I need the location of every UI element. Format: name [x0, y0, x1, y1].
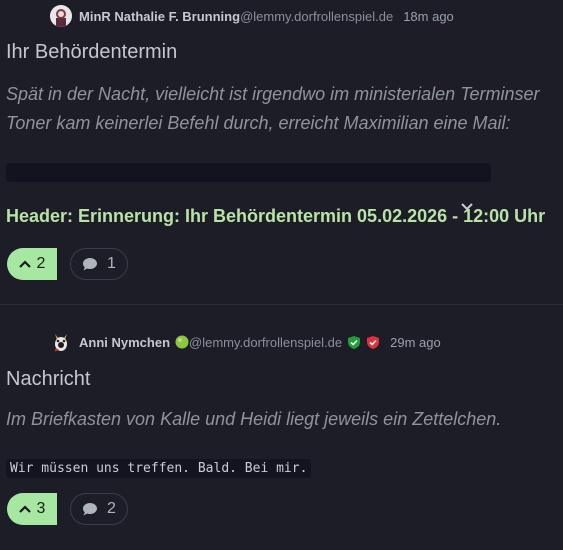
post-header-line: Header: Erinnerung: Ihr Behördentermin 0…: [6, 206, 546, 226]
redacted-block: [6, 163, 491, 182]
upvote-arrow-icon: [18, 260, 31, 268]
comment-count: 2: [107, 500, 116, 517]
code-snippet: Wir müssen uns treffen. Bald. Bei mir.: [6, 459, 312, 478]
post-divider: [0, 304, 563, 305]
post-meta: MinR Nathalie F. Brunning @lemmy.dorfrol…: [50, 5, 454, 27]
post-title[interactable]: Nachricht: [6, 368, 90, 391]
post-body-line: Toner kam keinerlei Befehl durch, erreic…: [6, 113, 511, 133]
vote-count: 2: [36, 255, 46, 272]
author-instance[interactable]: @lemmy.dorfrollenspiel.de: [240, 9, 393, 24]
author-name[interactable]: Anni Nymchen: [79, 335, 170, 350]
post-time: 18m ago: [403, 8, 454, 24]
post-time: 29m ago: [390, 334, 441, 350]
upvote-arrow-icon: [18, 505, 31, 513]
comments-button[interactable]: 1: [70, 248, 128, 280]
post-body-line: Im Briefkasten von Kalle und Heidi liegt…: [6, 409, 502, 429]
comment-count: 1: [107, 255, 116, 272]
avatar[interactable]: [50, 331, 72, 353]
status-dot-icon: [175, 335, 189, 349]
shield-check-icon: [347, 335, 361, 350]
post-meta: Anni Nymchen @lemmy.dorfrollenspiel.de 2…: [50, 331, 441, 353]
comments-button[interactable]: 2: [70, 493, 128, 525]
author-name[interactable]: MinR Nathalie F. Brunning: [79, 9, 240, 24]
shield-check-icon: [366, 335, 380, 350]
comment-bubble-icon: [83, 257, 98, 270]
vote-count: 3: [36, 500, 46, 517]
post-body-line: Spät in der Nacht, vielleicht ist irgend…: [6, 84, 540, 104]
post-title[interactable]: Ihr Behördentermin: [6, 41, 177, 64]
author-instance[interactable]: @lemmy.dorfrollenspiel.de: [189, 335, 342, 350]
comment-bubble-icon: [83, 502, 98, 515]
upvote-button[interactable]: 3: [7, 493, 57, 525]
upvote-button[interactable]: 2: [7, 248, 57, 280]
avatar[interactable]: [50, 5, 72, 27]
